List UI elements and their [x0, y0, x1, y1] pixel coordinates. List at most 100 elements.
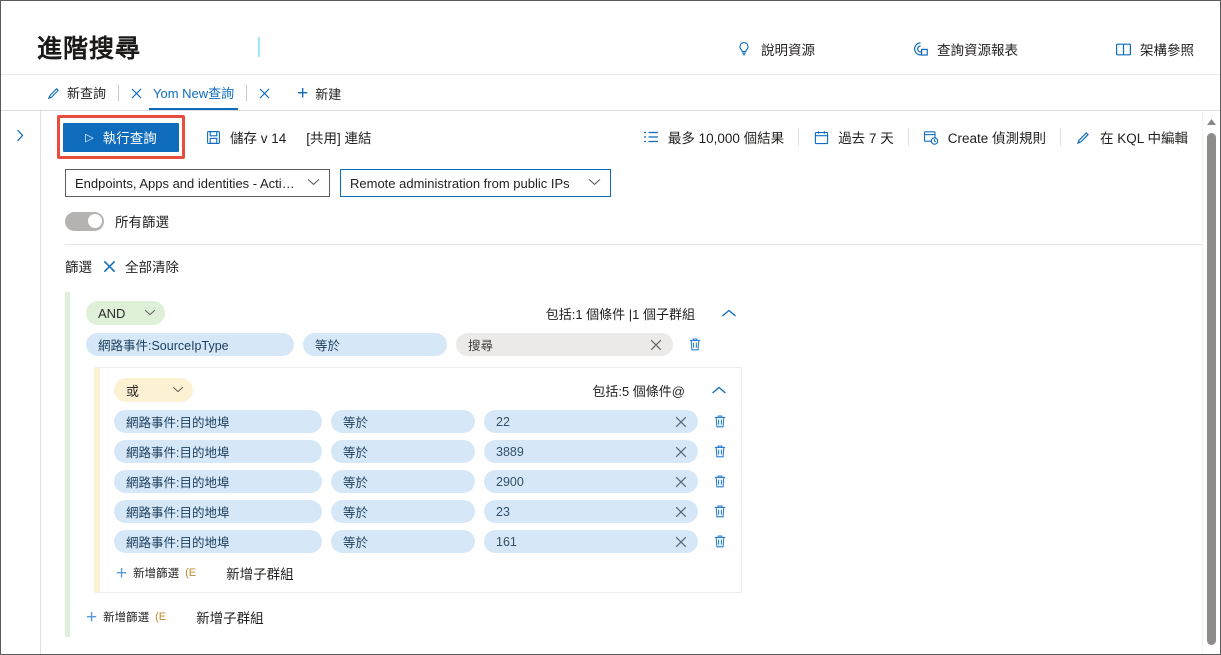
- condition-value-input[interactable]: 161: [484, 530, 664, 553]
- condition-operator-dropdown[interactable]: 等於: [331, 530, 475, 553]
- all-filters-toggle-row: 所有篩選: [51, 197, 1220, 231]
- condition-operator-dropdown[interactable]: 等於: [331, 470, 475, 493]
- new-tab-label: 新建: [315, 87, 342, 102]
- condition-clear-icon[interactable]: [664, 410, 698, 433]
- condition-field-dropdown[interactable]: 網路事件:目的地埠: [114, 530, 322, 553]
- condition-field-dropdown[interactable]: 網路事件:目的地埠: [114, 410, 322, 433]
- query-tab-bar: 新查詢 Yom New查詢 + 新建: [1, 75, 1220, 111]
- condition-value-input[interactable]: 2900: [484, 470, 664, 493]
- plus-icon: +: [297, 83, 309, 104]
- condition-value-wrapper: 22: [484, 410, 698, 433]
- calendar-icon: [813, 129, 830, 146]
- schema-reference-button[interactable]: 架構參照: [1102, 35, 1206, 63]
- query-toolbar: ▷ 執行查詢 儲存 v 14 [共用] 連結 最多 10,000 個結果 過去 …: [51, 111, 1220, 163]
- condition-delete-icon[interactable]: [682, 337, 708, 352]
- and-group-summary: 包括:1 個條件 |1 個子群組: [545, 306, 695, 322]
- run-query-label: 執行查詢: [102, 131, 157, 146]
- condition-delete-icon[interactable]: [707, 474, 733, 489]
- table-row: 網路事件:目的地埠 等於 161: [100, 523, 741, 553]
- condition-operator-dropdown[interactable]: 等於: [331, 440, 475, 463]
- lightbulb-icon: [735, 40, 753, 58]
- clear-all-filters-button[interactable]: 全部清除: [102, 256, 179, 276]
- query-dropdown-value: Remote administration from public IPs: [350, 175, 570, 191]
- pencil-icon: [1075, 129, 1092, 146]
- condition-clear-icon[interactable]: [639, 333, 673, 356]
- scrollbar-thumb[interactable]: [1207, 133, 1216, 645]
- condition-field-dropdown[interactable]: 網路事件:目的地埠: [114, 440, 322, 463]
- tab-new-query[interactable]: 新查詢: [41, 75, 112, 110]
- edit-in-kql-button[interactable]: 在 KQL 中編輯: [1065, 123, 1198, 151]
- help-resources-button[interactable]: 說明資源: [723, 35, 827, 63]
- add-subgroup-button[interactable]: 新增子群組: [226, 563, 294, 583]
- result-limit-button[interactable]: 最多 10,000 個結果: [633, 123, 794, 151]
- expand-panel-icon[interactable]: [9, 123, 33, 147]
- chevron-down-icon: [172, 385, 184, 396]
- filter-group-and: AND 包括:1 個條件 |1 個子群組 網路事件:SourceIpType 等: [65, 292, 749, 637]
- condition-delete-icon[interactable]: [707, 504, 733, 519]
- page-body: ▷ 執行查詢 儲存 v 14 [共用] 連結 最多 10,000 個結果 過去 …: [1, 111, 1220, 654]
- and-group-collapse-icon[interactable]: [721, 309, 737, 318]
- save-button[interactable]: 儲存 v 14: [195, 123, 296, 151]
- chevron-down-icon: [307, 177, 320, 189]
- condition-operator-dropdown[interactable]: 等於: [303, 333, 447, 356]
- or-group-collapse-icon[interactable]: [711, 386, 727, 395]
- create-detection-rule-label: Create 偵測規則: [947, 131, 1046, 146]
- condition-operator-dropdown[interactable]: 等於: [331, 500, 475, 523]
- condition-field-dropdown[interactable]: 網路事件:目的地埠: [114, 500, 322, 523]
- tab-close-icon-1[interactable]: [125, 82, 147, 104]
- add-subgroup-button[interactable]: 新增子群組: [196, 607, 264, 627]
- create-detection-rule-button[interactable]: Create 偵測規則: [913, 123, 1056, 151]
- all-filters-toggle-label: 所有篩選: [115, 215, 169, 230]
- condition-operator-dropdown[interactable]: 等於: [331, 410, 475, 433]
- advanced-hunting-page: 進階搜尋 說明資源 查詢資源報表 架構參照 新查詢 Yom New查詢 + 新建…: [0, 0, 1221, 655]
- pencil-icon: [47, 86, 61, 100]
- condition-clear-icon[interactable]: [664, 470, 698, 493]
- and-group-header: AND 包括:1 個條件 |1 個子群組: [70, 300, 749, 326]
- scroll-up-icon[interactable]: [1203, 115, 1220, 129]
- page-title: 進階搜尋: [37, 35, 142, 63]
- detection-rule-icon: [923, 129, 940, 146]
- new-tab-button[interactable]: + 新建: [297, 84, 341, 103]
- condition-row: 網路事件:SourceIpType 等於 搜尋: [70, 326, 749, 356]
- title-cursor-mark: [258, 37, 260, 57]
- condition-clear-icon[interactable]: [664, 500, 698, 523]
- or-operator-dropdown[interactable]: 或: [114, 378, 193, 402]
- and-operator-dropdown[interactable]: AND: [86, 301, 165, 325]
- chevron-down-icon: [144, 308, 156, 319]
- condition-field-dropdown[interactable]: 網路事件:目的地埠: [114, 470, 322, 493]
- query-dropdown[interactable]: Remote administration from public IPs: [340, 169, 611, 197]
- table-row: 網路事件:目的地埠 等於 22: [100, 403, 741, 433]
- add-filter-button[interactable]: + 新增篩選 (E: [86, 608, 166, 627]
- condition-value-input[interactable]: 3889: [484, 440, 664, 463]
- scope-dropdown[interactable]: Endpoints, Apps and identities - Activit…: [65, 169, 330, 197]
- vertical-scrollbar[interactable]: [1202, 111, 1220, 654]
- condition-delete-icon[interactable]: [707, 444, 733, 459]
- condition-clear-icon[interactable]: [664, 440, 698, 463]
- toolbar-divider-3: [1059, 128, 1061, 146]
- condition-delete-icon[interactable]: [707, 414, 733, 429]
- add-filter-label: 新增篩選: [133, 568, 180, 580]
- time-range-button[interactable]: 過去 7 天: [803, 123, 904, 151]
- condition-delete-icon[interactable]: [707, 534, 733, 549]
- tab-divider-1: [118, 85, 120, 101]
- condition-field-dropdown[interactable]: 網路事件:SourceIpType: [86, 333, 294, 356]
- share-link-button[interactable]: [共用] 連結: [296, 123, 381, 151]
- query-resources-report-button[interactable]: 查詢資源報表: [899, 35, 1030, 63]
- plus-icon: +: [86, 606, 98, 628]
- condition-value-wrapper: 161: [484, 530, 698, 553]
- condition-value-input[interactable]: 搜尋: [456, 333, 639, 356]
- run-query-button[interactable]: ▷ 執行查詢: [63, 122, 179, 152]
- filter-subgroup-or: 或 包括:5 個條件@ 網路事件:目的地埠 等於 22 網路事件:目的地埠 等於…: [94, 367, 742, 593]
- tab-yom-new-query[interactable]: Yom New查詢: [147, 75, 240, 110]
- table-row: 網路事件:目的地埠 等於 23: [100, 493, 741, 523]
- plus-icon: +: [116, 562, 128, 584]
- condition-value-input[interactable]: 23: [484, 500, 664, 523]
- condition-value-wrapper: 2900: [484, 470, 698, 493]
- query-resources-icon: [911, 40, 929, 58]
- condition-value-input[interactable]: 22: [484, 410, 664, 433]
- condition-clear-icon[interactable]: [664, 530, 698, 553]
- condition-value-wrapper: 搜尋: [456, 333, 673, 356]
- add-filter-button[interactable]: + 新增篩選 (E: [116, 564, 196, 583]
- tab-close-icon-2[interactable]: [253, 82, 275, 104]
- all-filters-toggle[interactable]: [65, 211, 104, 231]
